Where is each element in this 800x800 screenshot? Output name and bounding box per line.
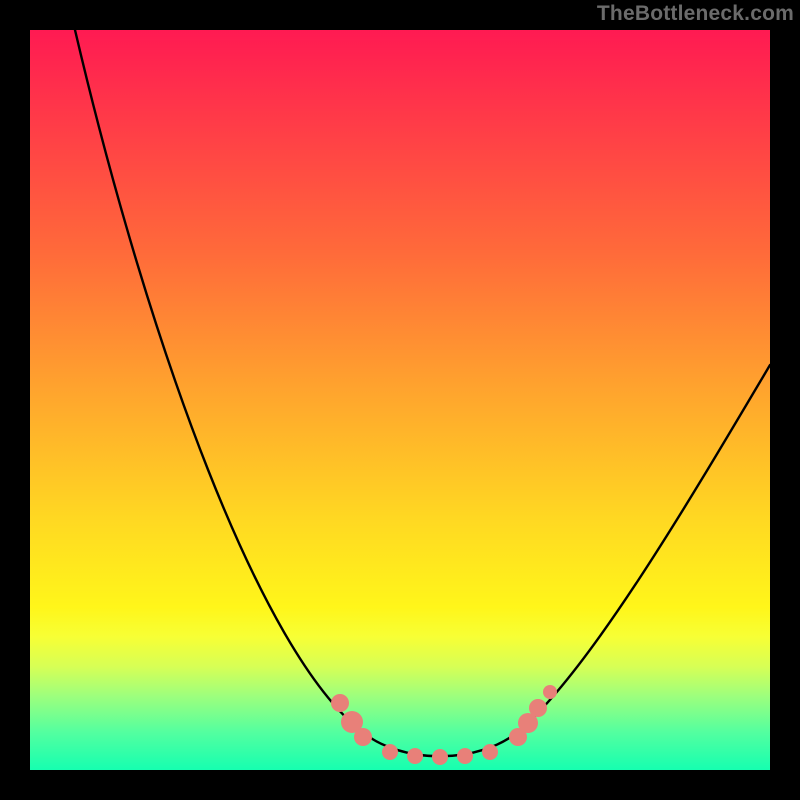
data-point — [382, 744, 398, 760]
data-point — [407, 748, 423, 764]
chart-frame: TheBottleneck.com — [0, 0, 800, 800]
data-point — [432, 749, 448, 765]
data-point — [482, 744, 498, 760]
bottleneck-curve — [30, 30, 770, 770]
curve-path — [75, 30, 770, 756]
watermark-text: TheBottleneck.com — [597, 2, 794, 26]
data-point — [331, 694, 349, 712]
data-point — [509, 728, 527, 746]
plot-area — [30, 30, 770, 770]
data-point — [457, 748, 473, 764]
data-points-layer — [30, 30, 770, 770]
data-point — [518, 713, 538, 733]
data-point — [341, 711, 363, 733]
data-point — [529, 699, 547, 717]
data-point — [354, 728, 372, 746]
data-point — [543, 685, 557, 699]
